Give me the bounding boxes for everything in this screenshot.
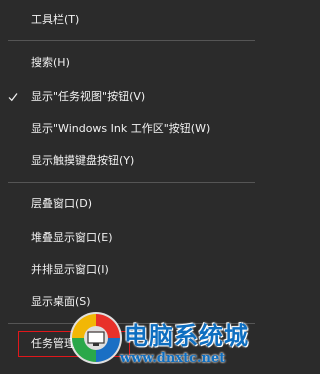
menu-item-show-windows-ink[interactable]: 显示"Windows Ink 工作区"按钮(W): [0, 116, 263, 142]
watermark-logo-icon: [70, 312, 122, 364]
menu-item-stacked[interactable]: 堆叠显示窗口(E): [0, 225, 263, 251]
menu-item-search-label: 搜索(H): [31, 56, 70, 69]
menu-separator: [8, 182, 255, 183]
menu-item-show-windows-ink-label: 显示"Windows Ink 工作区"按钮(W): [31, 122, 211, 135]
menu-item-side-by-side-label: 并排显示窗口(I): [31, 263, 109, 276]
watermark: 电脑系统城 www.dnxtc.net: [66, 308, 263, 374]
watermark-title: 电脑系统城: [124, 322, 249, 350]
menu-item-toolbars[interactable]: 工具栏(T): [0, 7, 263, 33]
menu-item-show-task-view[interactable]: 显示"任务视图"按钮(V): [0, 84, 263, 110]
watermark-url: www.dnxtc.net: [120, 351, 226, 366]
menu-item-cascade[interactable]: 层叠窗口(D): [0, 191, 263, 217]
menu-item-search[interactable]: 搜索(H): [0, 50, 263, 76]
menu-separator: [8, 40, 255, 41]
menu-item-cascade-label: 层叠窗口(D): [31, 197, 93, 210]
menu-item-show-touch-keyboard-label: 显示触摸键盘按钮(Y): [31, 154, 135, 167]
menu-item-side-by-side[interactable]: 并排显示窗口(I): [0, 257, 263, 283]
check-icon: [8, 93, 18, 102]
menu-item-toolbars-label: 工具栏(T): [31, 13, 80, 26]
menu-item-show-task-view-label: 显示"任务视图"按钮(V): [31, 90, 146, 103]
menu-item-show-touch-keyboard[interactable]: 显示触摸键盘按钮(Y): [0, 148, 263, 174]
menu-item-stacked-label: 堆叠显示窗口(E): [31, 231, 113, 244]
